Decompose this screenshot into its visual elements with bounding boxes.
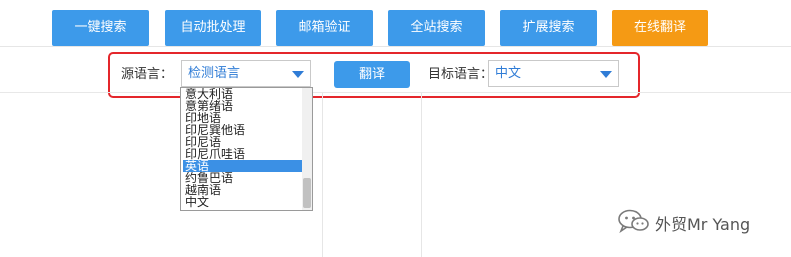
language-option[interactable]: 印尼语 <box>183 136 302 148</box>
watermark-text: 外贸Mr Yang <box>655 215 751 234</box>
tab-one-click-search[interactable]: 一键搜索 <box>52 10 149 46</box>
language-option[interactable]: 中文 <box>183 196 302 208</box>
toolbar-divider <box>0 92 791 93</box>
tab-batch-processing[interactable]: 自动批处理 <box>165 10 261 46</box>
scrollbar-thumb[interactable] <box>303 178 311 208</box>
language-option[interactable]: 意第绪语 <box>183 100 302 112</box>
language-option[interactable]: 约鲁巴语 <box>183 172 302 184</box>
language-dropdown-list[interactable]: 意大利语 意第绪语 印地语 印尼巽他语 印尼语 印尼爪哇语 英语 约鲁巴语 越南… <box>180 87 313 211</box>
tab-extended-search[interactable]: 扩展搜索 <box>500 10 597 46</box>
language-option[interactable]: 印尼巽他语 <box>183 124 302 136</box>
language-option[interactable]: 意大利语 <box>183 88 302 100</box>
tab-site-search[interactable]: 全站搜索 <box>388 10 485 46</box>
language-option-selected[interactable]: 英语 <box>183 160 302 172</box>
tab-online-translate[interactable]: 在线翻译 <box>612 10 708 46</box>
language-option[interactable]: 印地语 <box>183 112 302 124</box>
language-option[interactable]: 越南语 <box>183 184 302 196</box>
language-option[interactable]: 印尼爪哇语 <box>183 148 302 160</box>
tab-email-verify[interactable]: 邮箱验证 <box>276 10 373 46</box>
tab-divider <box>0 46 791 47</box>
list-scrollbar[interactable] <box>302 88 312 210</box>
target-panel-divider <box>421 93 422 257</box>
tab-bar: 一键搜索 自动批处理 邮箱验证 全站搜索 扩展搜索 在线翻译 <box>0 0 791 46</box>
wechat-logo-icon <box>618 209 649 234</box>
source-panel-divider <box>322 93 323 257</box>
